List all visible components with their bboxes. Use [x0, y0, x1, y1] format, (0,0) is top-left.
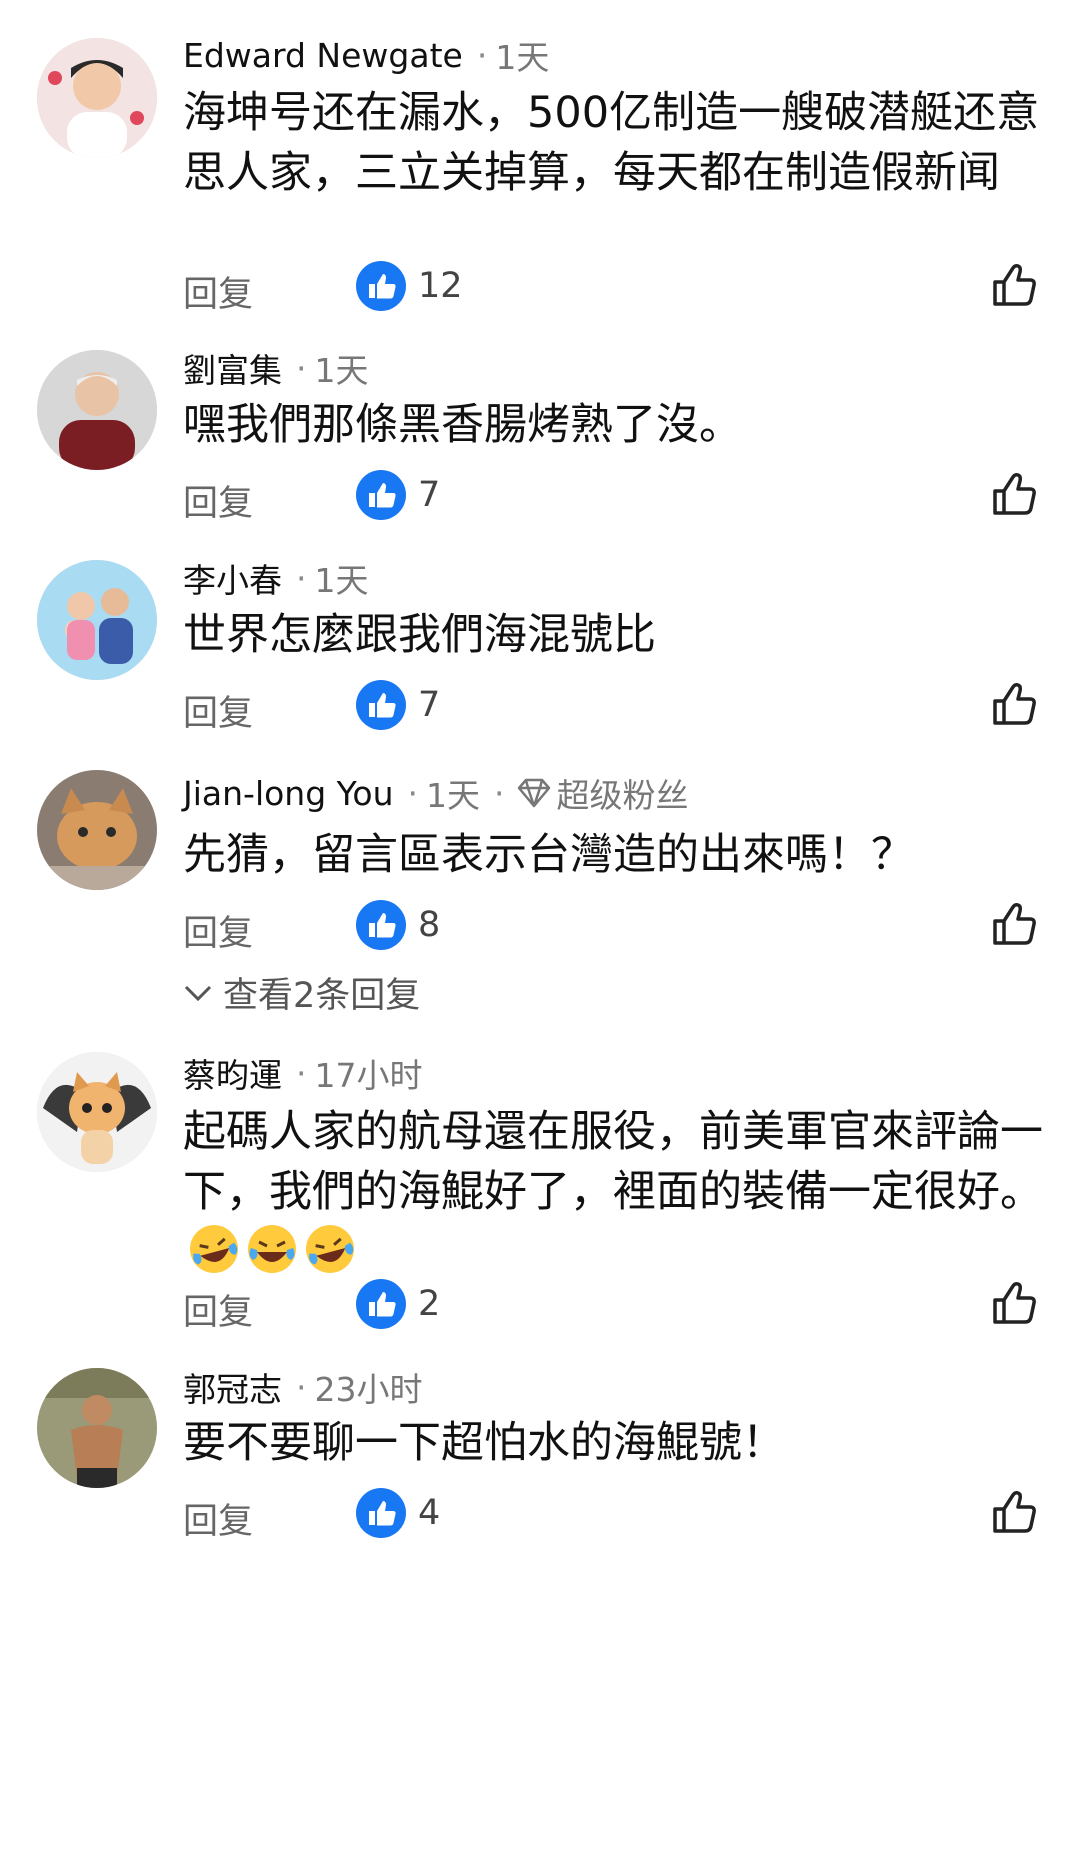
- comment-actions: 回复 7: [183, 465, 1043, 525]
- timestamp: 1天: [426, 776, 481, 815]
- super-fan-label: 超级粉丝: [556, 776, 689, 815]
- like-badge-icon: [356, 470, 406, 520]
- diamond-icon: [517, 778, 550, 808]
- comment-meta: 李小春 · 1天: [183, 558, 369, 601]
- comment-text: 世界怎麼跟我們海混號比: [183, 610, 656, 660]
- separator-dot: ·: [494, 773, 505, 813]
- comment-meta: 蔡昀運 · 17小时: [183, 1053, 423, 1096]
- avatar[interactable]: [37, 1052, 157, 1172]
- separator-dot: ·: [296, 1367, 307, 1407]
- author-name[interactable]: Edward Newgate: [183, 36, 463, 75]
- view-replies-label: 查看2条回复: [223, 976, 421, 1016]
- reply-button[interactable]: 回复: [183, 1284, 253, 1335]
- author-name[interactable]: 郭冠志: [183, 1363, 282, 1411]
- comment-text: 要不要聊一下超怕水的海鯤號！: [183, 1418, 785, 1468]
- like-badge-icon: [356, 900, 406, 950]
- comment-actions: 回复 4: [183, 1483, 1043, 1543]
- like-count: 12: [418, 266, 463, 306]
- like-badge-icon: [356, 261, 406, 311]
- comment-meta: 劉富集 · 1天: [183, 348, 369, 391]
- view-replies-button[interactable]: 查看2条回复: [183, 967, 420, 1018]
- like-count: 7: [418, 475, 441, 515]
- separator-dot: ·: [476, 35, 488, 75]
- comment-actions: 回复 2: [183, 1274, 1043, 1334]
- like-badge-icon: [356, 1488, 406, 1538]
- timestamp: 1天: [314, 351, 369, 390]
- timestamp: 23小时: [314, 1370, 423, 1409]
- separator-dot: ·: [407, 773, 419, 813]
- like-count: 7: [418, 685, 441, 725]
- comment-meta: 郭冠志 · 23小时: [183, 1367, 423, 1410]
- timestamp: 17小时: [314, 1056, 423, 1095]
- thumbs-up-icon[interactable]: [987, 465, 1043, 521]
- author-name[interactable]: 蔡昀運: [183, 1049, 282, 1097]
- comment-actions: 回复 12: [183, 256, 1043, 316]
- author-name[interactable]: Jian-long You: [183, 774, 394, 813]
- laughing-crying-emoji-icon: [248, 1225, 296, 1273]
- comment-meta: Jian-long You · 1天 · 超级粉丝: [183, 773, 689, 816]
- thumbs-up-icon[interactable]: [987, 675, 1043, 731]
- thumbs-up-icon[interactable]: [987, 895, 1043, 951]
- avatar[interactable]: [37, 350, 157, 470]
- avatar[interactable]: [37, 770, 157, 890]
- like-badge-icon: [356, 1279, 406, 1329]
- reply-button[interactable]: 回复: [183, 1493, 253, 1544]
- timestamp: 1天: [314, 561, 369, 600]
- avatar[interactable]: [37, 38, 157, 158]
- thumbs-up-icon[interactable]: [987, 256, 1043, 312]
- laughing-crying-emoji-icon: [306, 1225, 354, 1273]
- chevron-down-icon: [184, 985, 212, 1001]
- reply-button[interactable]: 回复: [183, 266, 253, 317]
- comment-meta: Edward Newgate · 1天: [183, 35, 549, 78]
- comment-text-content: 起碼人家的航母還在服役，前美軍官來評論一下，我們的海鯤好了，裡面的裝備一定很好。: [183, 1107, 1043, 1217]
- like-count: 2: [418, 1284, 441, 1324]
- comment-actions: 回复 8: [183, 895, 1043, 955]
- comment-text: 嘿我們那條黑香腸烤熟了沒。: [183, 400, 742, 450]
- laughing-crying-emoji-icon: [190, 1225, 238, 1273]
- author-name[interactable]: 李小春: [183, 554, 282, 602]
- reply-button[interactable]: 回复: [183, 905, 253, 956]
- like-count: 4: [418, 1493, 441, 1533]
- author-name[interactable]: 劉富集: [183, 344, 282, 392]
- separator-dot: ·: [296, 348, 307, 388]
- reply-button[interactable]: 回复: [183, 685, 253, 736]
- separator-dot: ·: [296, 558, 307, 598]
- avatar[interactable]: [37, 1368, 157, 1488]
- like-badge-icon: [356, 680, 406, 730]
- like-count: 8: [418, 905, 441, 945]
- comment-text: 先猜，留言區表示台灣造的出來嗎！？: [183, 830, 914, 880]
- thumbs-up-icon[interactable]: [987, 1483, 1043, 1539]
- reply-button[interactable]: 回复: [183, 475, 253, 526]
- comment-text: 起碼人家的航母還在服役，前美軍官來評論一下，我們的海鯤好了，裡面的裝備一定很好。: [183, 1102, 1063, 1282]
- timestamp: 1天: [495, 38, 550, 77]
- super-fan-badge: 超级粉丝: [517, 769, 689, 817]
- thumbs-up-icon[interactable]: [987, 1274, 1043, 1330]
- avatar[interactable]: [37, 560, 157, 680]
- comment-text: 海坤号还在漏水，500亿制造一艘破潜艇还意思人家，三立关掉算，每天都在制造假新闻: [183, 88, 1040, 198]
- separator-dot: ·: [296, 1053, 307, 1093]
- comment-actions: 回复 7: [183, 675, 1043, 735]
